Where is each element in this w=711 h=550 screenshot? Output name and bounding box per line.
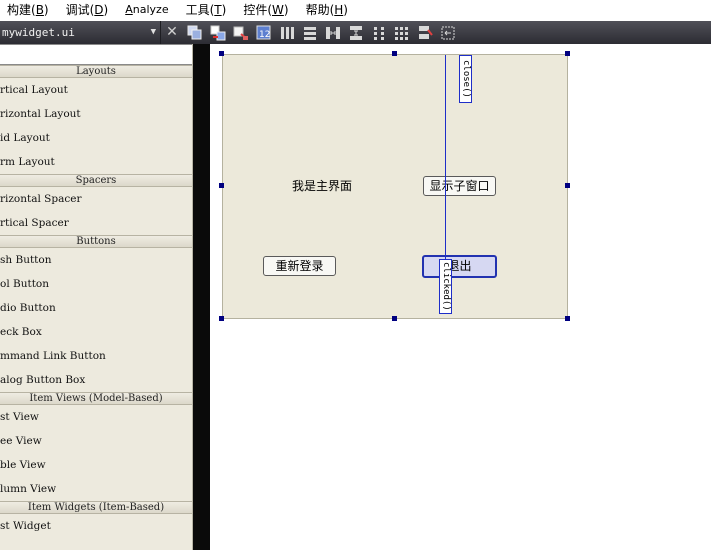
menu-widgets[interactable]: 控件(W) (236, 1, 288, 18)
layout-grid-icon[interactable] (367, 21, 390, 44)
resize-handle-top-left[interactable] (219, 51, 224, 56)
widget-category-header[interactable]: Spacers (0, 174, 192, 187)
menu-tools[interactable]: 工具(T) (179, 1, 227, 18)
widget-box-item[interactable]: st Widget (0, 514, 192, 538)
widget-box-item[interactable]: rizontal Spacer (0, 187, 192, 211)
relogin-button[interactable]: 重新登录 (263, 256, 336, 276)
edit-widgets-icon[interactable] (183, 21, 206, 44)
edit-tab-order-icon[interactable]: 12 (252, 21, 275, 44)
resize-handle-top-right[interactable] (565, 51, 570, 56)
menu-debug[interactable]: 调试(D) (59, 1, 109, 18)
resize-handle-right[interactable] (565, 183, 570, 188)
widget-category-header[interactable]: Layouts (0, 65, 192, 78)
edit-signals-slots-icon[interactable] (206, 21, 229, 44)
close-document-icon[interactable]: ✕ (161, 21, 183, 44)
widget-box-item[interactable]: dio Button (0, 296, 192, 320)
widget-filter-input[interactable] (0, 44, 192, 65)
widget-box-item[interactable]: rtical Layout (0, 78, 192, 102)
panel-gutter (193, 44, 210, 550)
widget-box-item[interactable]: rm Layout (0, 150, 192, 174)
widget-box-item[interactable]: ee View (0, 429, 192, 453)
resize-handle-left[interactable] (219, 183, 224, 188)
widget-box-item[interactable]: eck Box (0, 320, 192, 344)
widget-box-item[interactable]: lumn View (0, 477, 192, 501)
resize-handle-top[interactable] (392, 51, 397, 56)
widget-box-item[interactable]: ol Button (0, 272, 192, 296)
signal-slot-connection-line[interactable] (445, 55, 446, 280)
widget-box-item[interactable]: alog Button Box (0, 368, 192, 392)
svg-text:12: 12 (259, 30, 270, 40)
menu-bar: 构建(B) 调试(D) Analyze 工具(T) 控件(W) 帮助(H) (0, 0, 711, 19)
widget-box-item[interactable]: ble View (0, 453, 192, 477)
widget-box-item[interactable]: mmand Link Button (0, 344, 192, 368)
widget-list: Layouts rtical Layout rizontal Layout id La… (0, 65, 192, 538)
resize-handle-bottom[interactable] (392, 316, 397, 321)
adjust-size-icon[interactable] (436, 21, 459, 44)
break-layout-icon[interactable] (413, 21, 436, 44)
widget-box-item[interactable]: id Layout (0, 126, 192, 150)
layout-h-splitter-icon[interactable] (321, 21, 344, 44)
layout-form-icon[interactable] (390, 21, 413, 44)
layout-vertical-icon[interactable] (298, 21, 321, 44)
form-canvas[interactable] (222, 54, 568, 319)
widget-box-item[interactable]: st View (0, 405, 192, 429)
menu-build[interactable]: 构建(B) (0, 1, 49, 18)
widget-box-item[interactable]: rizontal Layout (0, 102, 192, 126)
show-child-window-button[interactable]: 显示子窗口 (423, 176, 496, 196)
resize-handle-bottom-right[interactable] (565, 316, 570, 321)
open-document-combo[interactable]: mywidget.ui ▼ (0, 21, 161, 44)
menu-analyze[interactable]: Analyze (118, 3, 168, 16)
layout-v-splitter-icon[interactable] (344, 21, 367, 44)
widget-category-header[interactable]: Item Views (Model-Based) (0, 392, 192, 405)
slot-label-close[interactable]: close() (459, 55, 472, 103)
menu-help[interactable]: 帮助(H) (299, 1, 348, 18)
widget-category-header[interactable]: Buttons (0, 235, 192, 248)
designer-toolbar: mywidget.ui ▼ ✕ 12 (0, 21, 711, 44)
layout-horizontal-icon[interactable] (275, 21, 298, 44)
widget-box-panel: Layouts rtical Layout rizontal Layout id La… (0, 44, 193, 550)
widget-box-item[interactable]: rtical Spacer (0, 211, 192, 235)
exit-button[interactable]: 退出 (422, 255, 497, 278)
chevron-down-icon: ▼ (150, 27, 156, 37)
edit-buddies-icon[interactable] (229, 21, 252, 44)
signal-label-clicked[interactable]: clicked() (439, 259, 452, 314)
resize-handle-bottom-left[interactable] (219, 316, 224, 321)
main-window-label[interactable]: 我是主界面 (292, 177, 352, 194)
widget-box-item[interactable]: sh Button (0, 248, 192, 272)
widget-category-header[interactable]: Item Widgets (Item-Based) (0, 501, 192, 514)
